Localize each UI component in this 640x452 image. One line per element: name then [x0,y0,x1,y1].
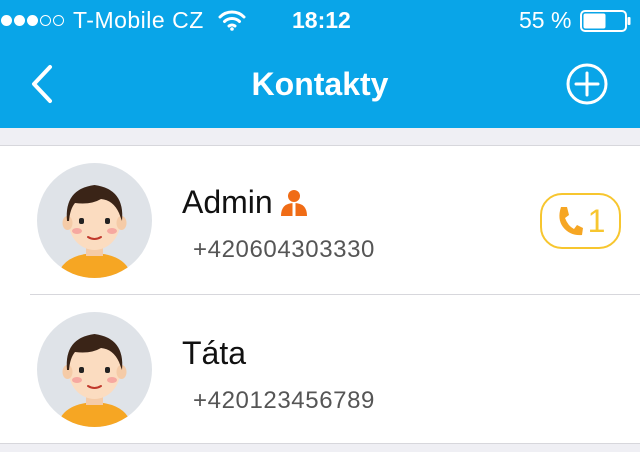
wifi-icon [218,9,246,31]
contact-name: Táta [182,335,246,372]
contact-phone: +420604303330 [193,236,375,263]
contact-name-text: Táta [182,335,247,371]
signal-dot-empty [53,14,64,26]
boy-avatar-icon [37,312,152,427]
contact-phone: +420123456789 [193,387,375,414]
signal-strength-indicator [1,14,64,26]
carrier-name: T-Mobile CZ [73,6,204,33]
signal-dot-filled [14,14,25,26]
signal-dot-filled [1,14,12,26]
signal-dot-empty [40,14,51,26]
add-contact-button[interactable] [565,62,609,106]
call-count: 1 [587,202,606,239]
contact-name-text: Admin [182,184,273,220]
phone-icon [558,207,583,236]
admin-person-icon [279,189,309,217]
page-title: Kontakty [251,66,389,102]
contact-row-tata[interactable]: Táta +420123456789 [0,295,640,444]
contact-name: Admin [182,184,309,221]
status-bar: T-Mobile CZ 18:12 55 % [0,0,640,40]
navigation-bar: Kontakty [0,40,640,128]
clock-time: 18:12 [292,7,351,33]
contact-row-admin[interactable]: Admin +420604303330 1 [0,146,640,295]
status-left: T-Mobile CZ [0,6,246,34]
battery-icon [580,10,632,37]
call-badge-button[interactable]: 1 [540,193,621,249]
boy-avatar-icon [37,163,152,278]
battery-percentage: 55 % [519,7,572,33]
plus-circle-icon [566,63,608,105]
contacts-list: Admin +420604303330 1 Táta +420123456789 [0,145,640,444]
signal-dot-filled [27,14,38,26]
